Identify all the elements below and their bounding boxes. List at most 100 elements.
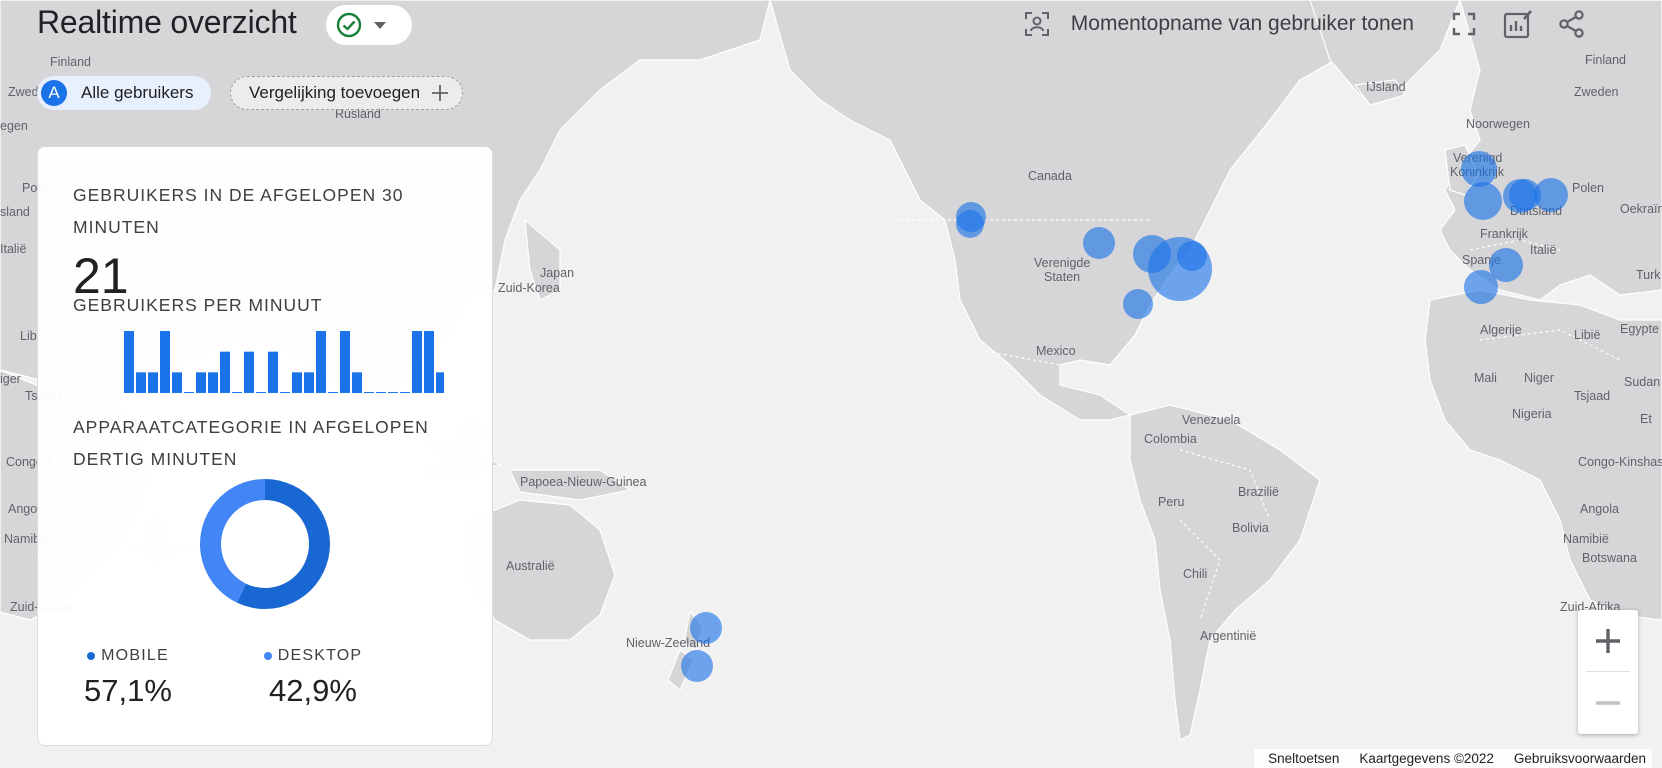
all-users-label: Alle gebruikers xyxy=(81,83,194,102)
per-minute-bar xyxy=(388,392,398,393)
fullscreen-icon[interactable] xyxy=(1444,4,1484,44)
map-label-libie-right: Libië xyxy=(1574,328,1600,342)
map-data-credit: Kaartgegevens ©2022 xyxy=(1359,751,1494,766)
visitor-bubble xyxy=(1148,237,1212,301)
map-label-zweden-left: Zwed xyxy=(8,85,39,99)
legend-desktop-dot xyxy=(263,652,272,660)
map-label-noorwegen-left: egen xyxy=(0,119,28,133)
visitor-bubble xyxy=(681,650,713,682)
per-minute-bar xyxy=(400,392,410,393)
map-zoom-controls xyxy=(1578,610,1638,734)
user-snapshot-button[interactable]: Momentopname van gebruiker tonen xyxy=(1071,12,1414,36)
minus-icon xyxy=(1596,700,1620,705)
map-label-finland-left: Finland xyxy=(50,55,91,69)
per-minute-bar xyxy=(124,331,134,393)
all-users-chip[interactable]: A Alle gebruikers xyxy=(37,76,212,110)
map-label-niger-left: iger xyxy=(0,372,21,386)
per-minute-bar xyxy=(172,372,182,393)
per-minute-bar xyxy=(160,331,170,393)
per-minute-bar xyxy=(184,392,194,393)
legend-desktop: DESKTOP 42,9% xyxy=(223,647,403,709)
per-minute-bar xyxy=(148,372,158,393)
per-minute-bar xyxy=(436,372,444,393)
page-title: Realtime overzicht xyxy=(37,4,297,40)
map-label-italie-left: Italië xyxy=(0,242,26,256)
per-minute-bar xyxy=(280,392,290,393)
map-label-canada: Canada xyxy=(1028,169,1072,183)
add-comparison-label: Vergelijking toevoegen xyxy=(249,83,421,102)
visitor-bubble xyxy=(1083,227,1115,259)
legend-desktop-percent: 42,9% xyxy=(269,673,357,708)
visitor-bubble xyxy=(1461,151,1497,187)
per-minute-bar xyxy=(292,372,302,393)
visitor-bubble xyxy=(690,612,722,644)
map-label-niger-right: Niger xyxy=(1524,371,1554,385)
donut-slice-desktop xyxy=(200,479,265,603)
header-toolbar: Momentopname van gebruiker tonen xyxy=(1017,4,1592,44)
visitor-bubble xyxy=(956,210,984,238)
legend-mobile-dot xyxy=(87,652,96,660)
map-label-papoea: Papoea-Nieuw-Guinea xyxy=(520,475,647,489)
map-label-brazilie: Brazilië xyxy=(1238,485,1279,499)
map-label-finland-right: Finland xyxy=(1585,53,1626,67)
map-label-turk: Turk xyxy=(1636,268,1661,282)
plus-icon xyxy=(432,85,449,101)
per-minute-bar xyxy=(220,351,230,393)
per-minute-bar xyxy=(196,372,206,393)
per-minute-bar xyxy=(268,351,278,393)
per-minute-bar xyxy=(376,392,386,393)
per-minute-bar xyxy=(340,331,350,393)
per-minute-bar xyxy=(424,331,434,393)
map-label-island-left: sland xyxy=(0,205,30,219)
map-label-egypte-right: Egypte xyxy=(1620,322,1659,336)
map-label-angola-right: Angola xyxy=(1580,502,1619,516)
visitor-bubble xyxy=(1464,182,1502,220)
map-label-vs-1: Verenigde xyxy=(1034,256,1090,270)
users-per-minute-heading: GEBRUIKERS PER MINUUT xyxy=(73,295,323,315)
map-attribution: Sneltoetsen Kaartgegevens ©2022 Gebruiks… xyxy=(1254,749,1652,768)
visitor-bubble xyxy=(1509,179,1541,211)
map-label-vs-2: Staten xyxy=(1044,270,1080,284)
map-label-colombia: Colombia xyxy=(1144,432,1197,446)
map-label-tsjaad-right: Tsjaad xyxy=(1574,389,1610,403)
map-label-oekraine: Oekraïne xyxy=(1620,202,1662,216)
visitor-bubble xyxy=(1123,289,1153,319)
map-label-australie: Australië xyxy=(506,559,555,573)
map-label-zuid-korea: Zuid-Korea xyxy=(498,281,560,295)
map-label-venezuela: Venezuela xyxy=(1182,413,1240,427)
realtime-stats-card: GEBRUIKERS IN DE AFGELOPEN 30 MINUTEN 21… xyxy=(37,146,493,746)
status-selector[interactable] xyxy=(326,5,412,45)
add-comparison-button[interactable]: Vergelijking toevoegen xyxy=(230,76,464,110)
insights-chart-icon[interactable] xyxy=(1498,4,1538,44)
user-snapshot-icon[interactable] xyxy=(1017,4,1057,44)
map-label-mexico: Mexico xyxy=(1036,344,1076,358)
map-label-noorwegen-right: Noorwegen xyxy=(1466,117,1530,131)
terms-link[interactable]: Gebruiksvoorwaarden xyxy=(1514,751,1646,766)
map-label-algerije: Algerije xyxy=(1480,323,1522,337)
visitor-bubble xyxy=(1464,270,1498,304)
map-label-congo-right: Congo-Kinshasa xyxy=(1578,455,1662,469)
zoom-in-button[interactable] xyxy=(1578,610,1638,671)
map-label-namibie-right: Namibië xyxy=(1563,532,1609,546)
map-label-bolivia: Bolivia xyxy=(1232,521,1269,535)
zoom-out-button[interactable] xyxy=(1578,672,1638,733)
caret-down-icon xyxy=(374,22,386,29)
map-label-nigeria: Nigeria xyxy=(1512,407,1552,421)
device-category-heading: APPARAATCATEGORIE IN AFGELOPEN DERTIG MI… xyxy=(73,417,429,469)
per-minute-bar xyxy=(232,392,242,393)
plus-icon xyxy=(1596,628,1620,653)
per-minute-bar xyxy=(136,372,146,393)
users-per-minute-chart xyxy=(124,331,444,393)
users-30-min-heading: GEBRUIKERS IN DE AFGELOPEN 30 MINUTEN xyxy=(73,185,404,237)
map-label-sudan: Sudan xyxy=(1624,375,1660,389)
legend-mobile-label: MOBILE xyxy=(101,647,169,664)
per-minute-bar xyxy=(208,372,218,393)
map-label-japan: Japan xyxy=(540,266,574,280)
share-icon[interactable] xyxy=(1552,4,1592,44)
map-label-zweden-right: Zweden xyxy=(1574,85,1619,99)
device-category-donut xyxy=(200,479,330,609)
map-label-mali: Mali xyxy=(1474,371,1497,385)
legend-desktop-label: DESKTOP xyxy=(277,647,363,664)
keyboard-shortcuts-link[interactable]: Sneltoetsen xyxy=(1268,751,1339,766)
legend-mobile-percent: 57,1% xyxy=(84,673,172,708)
